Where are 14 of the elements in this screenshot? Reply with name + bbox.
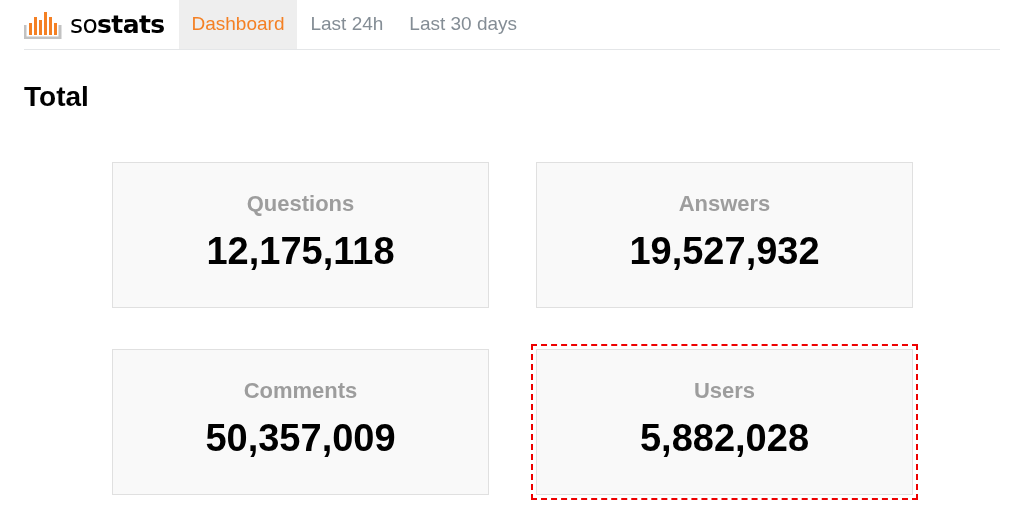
stat-value: 5,882,028 <box>639 419 810 457</box>
section-heading: Total <box>24 80 90 114</box>
stat-label: Answers <box>678 190 771 218</box>
nav-tab[interactable]: Last 24h <box>297 0 397 49</box>
stat-label: Questions <box>246 190 355 218</box>
bar-chart-logo-icon <box>24 10 62 39</box>
nav-tab[interactable]: Last 30 days <box>396 0 531 49</box>
stat-value: 12,175,118 <box>206 232 395 270</box>
logo-wordmark[interactable]: sostats <box>70 5 165 44</box>
stat-value: 50,357,009 <box>205 419 396 457</box>
stat-label: Users <box>693 377 756 405</box>
stat-value: 19,527,932 <box>629 232 820 270</box>
stat-label: Comments <box>243 377 358 405</box>
nav-tab[interactable]: Dashboard <box>178 0 298 49</box>
